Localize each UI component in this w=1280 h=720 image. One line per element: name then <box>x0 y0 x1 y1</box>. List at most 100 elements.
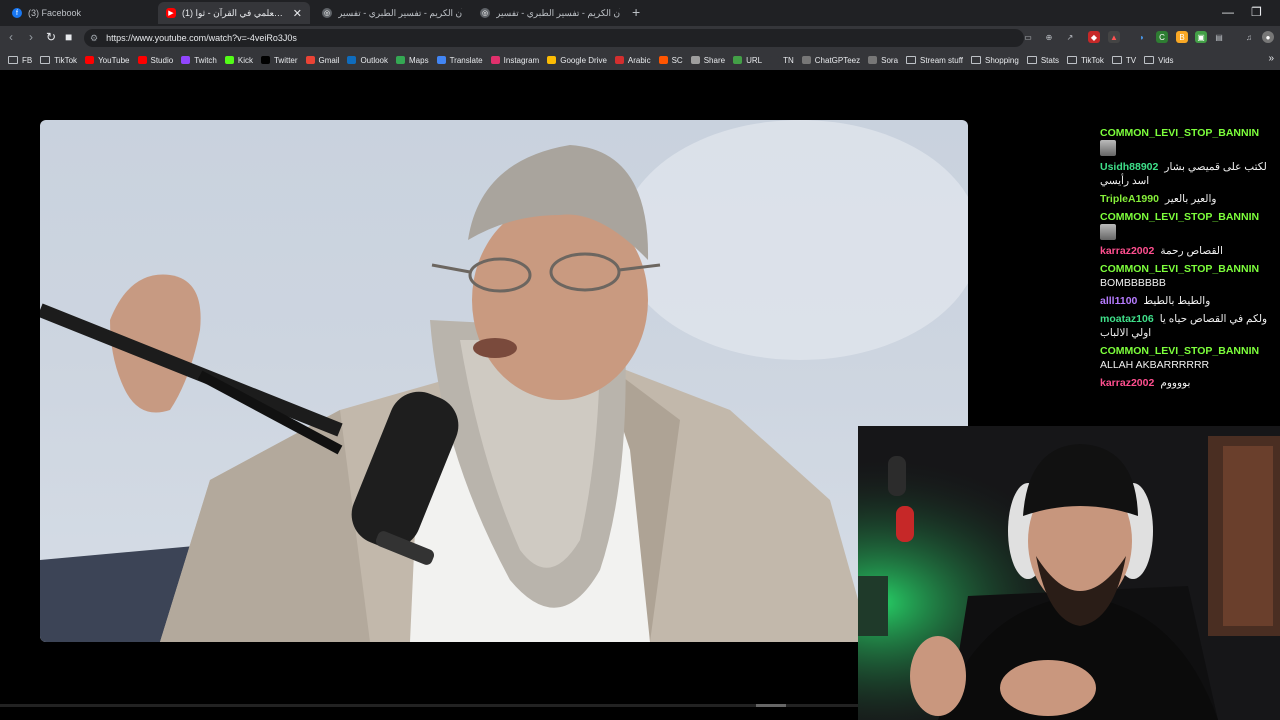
chat-username[interactable]: alll1100 <box>1100 295 1137 307</box>
bookmark-chatgpteez[interactable]: ChatGPTeez <box>801 56 860 65</box>
chat-username[interactable]: karraz2002 <box>1100 245 1154 257</box>
translate-icon <box>436 56 446 64</box>
tab-tafsir-2[interactable]: ◎ القرآن الكريم - تفسير الطبري - تفسير .… <box>472 2 628 24</box>
chat-username[interactable]: Usidh88902 <box>1100 161 1158 173</box>
tab-youtube-active[interactable]: ▶ (1) الإعجاز العلمي في القرآن - ثوا... … <box>158 2 310 24</box>
bookmark-sora[interactable]: Sora <box>868 56 898 65</box>
chat-message: COMMON_LEVI_STOP_BANNIN ALLAH AKBARRRRRR <box>1100 344 1280 372</box>
outlook-icon <box>347 56 357 64</box>
extension-icon[interactable]: ▣ <box>1195 31 1207 43</box>
chat-username[interactable]: COMMON_LEVI_STOP_BANNIN <box>1100 127 1259 139</box>
bookmark-outlook[interactable]: Outlook <box>347 56 388 65</box>
arabic-icon <box>614 56 624 64</box>
bookmark-tn[interactable]: TN <box>770 56 794 65</box>
bookmark-label: TikTok <box>54 55 78 65</box>
extension-warning-icon[interactable]: ▲ <box>1108 31 1120 43</box>
chat-username[interactable]: COMMON_LEVI_STOP_BANNIN <box>1100 345 1259 357</box>
brave-shield-icon[interactable]: ◆ <box>1088 31 1100 43</box>
reload-icon[interactable]: ↻ <box>46 30 56 44</box>
tab-title: القرآن الكريم - تفسير الطبري - تفسير ... <box>496 7 620 18</box>
tab-tafsir-1[interactable]: ◎ القرآن الكريم - تفسير الطبري - تفسير .… <box>314 2 470 24</box>
bookmark-share[interactable]: Share <box>690 56 725 65</box>
bookmark-arabic[interactable]: Arabic <box>614 56 651 65</box>
folder-icon <box>1144 56 1155 64</box>
bookmark-stream-stuff[interactable]: Stream stuff <box>906 56 963 65</box>
globe-icon: ◎ <box>322 8 332 18</box>
bookmark-sc[interactable]: SC <box>658 56 683 65</box>
cast-icon[interactable]: ▭ <box>1022 31 1034 43</box>
bookmark-tiktok[interactable]: TikTok <box>40 56 77 65</box>
chat-message: TripleA1990 والعير بالعير <box>1100 192 1280 206</box>
folder-icon <box>1111 56 1122 64</box>
bookmark-instagram[interactable]: Instagram <box>490 56 539 65</box>
extension-icon[interactable]: B <box>1176 31 1188 43</box>
chat-text: والعير بالعير <box>1164 193 1217 205</box>
zoom-icon[interactable]: ⊕ <box>1043 31 1055 43</box>
chatgpt-icon <box>801 56 811 64</box>
chat-text: ALLAH AKBARRRRRR <box>1100 359 1210 371</box>
extension-icon[interactable]: ◗ <box>1136 31 1148 43</box>
chat-username[interactable]: karraz2002 <box>1100 377 1154 389</box>
more-bookmarks-icon[interactable]: » <box>1268 53 1274 64</box>
seek-handle[interactable] <box>756 704 786 707</box>
media-icon[interactable]: ♫ <box>1243 31 1255 43</box>
video-player[interactable] <box>40 120 968 642</box>
back-icon[interactable]: ‹ <box>9 30 13 44</box>
bookmark-label: URL <box>746 55 763 65</box>
chat-message: COMMON_LEVI_STOP_BANNIN <box>1100 210 1280 240</box>
bookmark-twitter[interactable]: Twitter <box>260 56 298 65</box>
avatar[interactable]: ● <box>1262 31 1274 43</box>
globe-icon: ◎ <box>480 8 490 18</box>
bookmark-url[interactable]: URL <box>733 56 762 65</box>
tn-icon <box>770 56 780 64</box>
stream-chat: COMMON_LEVI_STOP_BANNIN Usidh88902 لكتب عل… <box>1100 126 1280 394</box>
seek-bar[interactable] <box>0 704 858 707</box>
chat-username[interactable]: COMMON_LEVI_STOP_BANNIN <box>1100 211 1259 223</box>
chat-username[interactable]: TripleA1990 <box>1100 193 1159 205</box>
address-bar[interactable]: ⚙ https://www.youtube.com/watch?v=-4veiR… <box>84 29 1024 47</box>
bookmark-shopping[interactable]: Shopping <box>971 56 1019 65</box>
chat-message: alll1100 والطيط بالطيط <box>1100 294 1280 308</box>
chat-message: moataz106 ولكم في القصاص حياه يا اولي الا… <box>1100 312 1280 340</box>
bookmark-label: Stream stuff <box>920 55 964 65</box>
chat-message: COMMON_LEVI_STOP_BANNIN <box>1100 126 1280 156</box>
twitch-icon <box>181 56 191 64</box>
bookmark-label: Studio <box>150 55 174 65</box>
bookmark-tv[interactable]: TV <box>1111 56 1136 65</box>
bookmark-google-drive[interactable]: Google Drive <box>547 56 607 65</box>
instagram-icon <box>490 56 500 64</box>
bookmark-translate[interactable]: Translate <box>436 56 483 65</box>
minimize-button[interactable]: — <box>1222 5 1234 19</box>
share-icon[interactable]: ↗ <box>1064 31 1076 43</box>
bookmark-gmail[interactable]: Gmail <box>305 55 340 65</box>
chat-username[interactable]: moataz106 <box>1100 313 1154 325</box>
bookmark-stats[interactable]: Stats <box>1026 55 1060 65</box>
bookmark-kick[interactable]: Kick <box>224 55 253 65</box>
puzzle-icon[interactable]: ▤ <box>1213 31 1225 43</box>
close-tab-icon[interactable]: ✕ <box>293 7 302 20</box>
bookmark-label: Kick <box>237 55 253 65</box>
chat-username[interactable]: COMMON_LEVI_STOP_BANNIN <box>1100 263 1259 275</box>
webcam-frame <box>858 426 1280 720</box>
chat-message: Usidh88902 لكتب على قميصي بشار اسد رأيسي <box>1100 160 1280 188</box>
tab-facebook[interactable]: f (3) Facebook <box>4 2 154 24</box>
bookmark-star-icon[interactable]: ■ <box>65 30 72 44</box>
bookmark-label: Outlook <box>360 55 389 65</box>
bookmark-label: Stats <box>1040 55 1060 65</box>
bookmark-tiktok[interactable]: TikTok <box>1067 56 1104 65</box>
bookmark-vids[interactable]: Vids <box>1144 56 1174 65</box>
bookmark-fb[interactable]: FB <box>8 56 32 65</box>
bookmark-label: Sora <box>881 55 899 65</box>
site-info-icon[interactable]: ⚙ <box>90 33 98 44</box>
bookmark-label: Gmail <box>318 55 340 65</box>
bookmark-studio[interactable]: Studio <box>137 55 174 65</box>
bookmark-maps[interactable]: Maps <box>396 56 429 65</box>
new-tab-button[interactable]: + <box>632 4 640 20</box>
bookmark-label: FB <box>22 55 33 65</box>
bookmark-youtube[interactable]: YouTube <box>85 56 130 65</box>
cloud-icon <box>690 56 700 64</box>
forward-icon[interactable]: › <box>29 30 33 44</box>
maximize-button[interactable]: ❐ <box>1251 5 1262 19</box>
extension-icon[interactable]: C <box>1156 31 1168 43</box>
bookmark-twitch[interactable]: Twitch <box>181 56 217 65</box>
